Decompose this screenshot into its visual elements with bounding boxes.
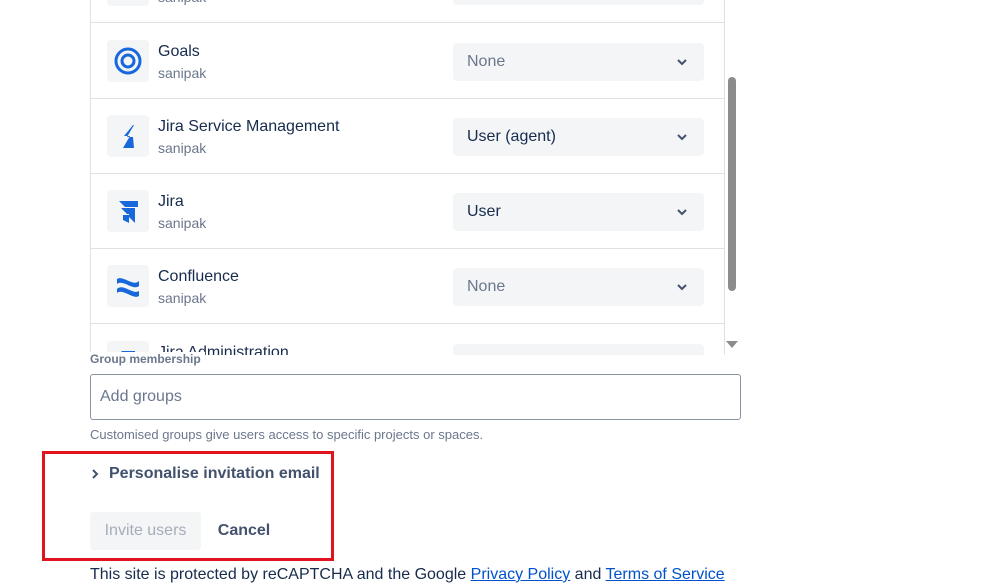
- product-access-list: sanipak Goals sanipak None Jira Service …: [90, 0, 725, 355]
- chevron-down-icon: [677, 284, 687, 291]
- role-select-goals[interactable]: None: [453, 43, 704, 81]
- confluence-icon: [107, 265, 149, 307]
- chevron-right-icon: [92, 469, 99, 479]
- product-site: sanipak: [158, 140, 207, 156]
- product-row-jira-service-management: Jira Service Management sanipak User (ag…: [91, 99, 724, 174]
- goals-icon: [107, 40, 149, 82]
- product-site: sanipak: [158, 65, 207, 81]
- product-row-goals: Goals sanipak None: [91, 24, 724, 99]
- group-membership-help: Customised groups give users access to s…: [90, 427, 484, 442]
- chevron-down-icon: [677, 134, 687, 141]
- personalise-email-label: Personalise invitation email: [109, 465, 320, 482]
- role-select-jira-service-management[interactable]: User (agent): [453, 118, 704, 156]
- personalise-email-toggle[interactable]: Personalise invitation email: [90, 465, 320, 483]
- chevron-down-icon: [677, 209, 687, 216]
- product-icon: [107, 0, 149, 6]
- product-row-confluence: Confluence sanipak None: [91, 249, 724, 324]
- chevron-down-icon: [677, 59, 687, 66]
- role-select-value: None: [467, 278, 506, 295]
- role-select-value: User (agent): [467, 128, 556, 145]
- product-row: sanipak: [91, 0, 724, 23]
- product-name: Goals: [158, 43, 200, 60]
- product-name: Jira: [158, 193, 184, 210]
- jira-icon: [107, 190, 149, 232]
- add-groups-input[interactable]: [90, 374, 741, 420]
- role-select-jira[interactable]: User: [453, 193, 704, 231]
- group-membership-label: Group membership: [90, 352, 205, 366]
- recaptcha-and: and: [574, 566, 602, 583]
- terms-of-service-link[interactable]: Terms of Service: [606, 566, 725, 583]
- cancel-button[interactable]: Cancel: [209, 512, 279, 550]
- recaptcha-notice: This site is protected by reCAPTCHA and …: [90, 566, 725, 584]
- role-select-value: None: [467, 53, 506, 70]
- product-site: sanipak: [158, 290, 207, 306]
- scrollbar-thumb[interactable]: [728, 77, 736, 291]
- role-select-confluence[interactable]: None: [453, 268, 704, 306]
- product-site: sanipak: [158, 215, 207, 231]
- scroll-down-arrow-icon[interactable]: [726, 341, 738, 349]
- jira-service-management-icon: [107, 115, 149, 157]
- privacy-policy-link[interactable]: Privacy Policy: [471, 566, 571, 583]
- role-select[interactable]: [453, 0, 704, 5]
- recaptcha-text: This site is protected by reCAPTCHA and …: [90, 566, 467, 583]
- product-site: sanipak: [158, 0, 206, 5]
- invite-users-button[interactable]: Invite users: [90, 512, 201, 550]
- product-name: Confluence: [158, 268, 239, 285]
- role-select-jira-administration[interactable]: [453, 344, 704, 355]
- role-select-value: User: [467, 203, 501, 220]
- product-name: Jira Service Management: [158, 118, 340, 135]
- product-row-jira-administration: Jira Administration: [91, 325, 724, 355]
- product-row-jira: Jira sanipak User: [91, 174, 724, 249]
